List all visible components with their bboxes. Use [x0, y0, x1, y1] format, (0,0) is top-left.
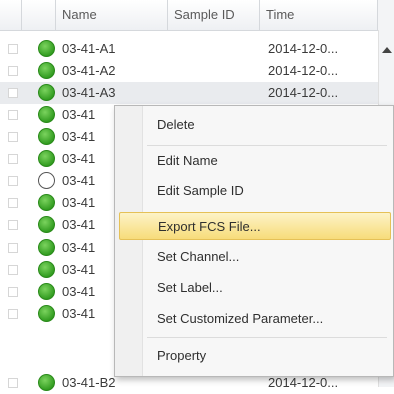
- cell-time: 2014-12-0...: [268, 85, 339, 100]
- menu-item-set-customized-parameter[interactable]: Set Customized Parameter...: [119, 305, 391, 333]
- row-checkbox[interactable]: [8, 220, 18, 230]
- status-dot-icon: [38, 62, 55, 79]
- cell-name: 03-41-A1: [62, 41, 116, 56]
- cell-name: 03-41: [62, 284, 96, 299]
- table-header: Name Sample ID Time: [0, 0, 394, 31]
- status-dot-icon: [38, 128, 55, 145]
- cell-time: 2014-12-0...: [268, 63, 339, 78]
- table-row[interactable]: 03-41-A1 2014-12-0...: [0, 38, 394, 60]
- row-checkbox[interactable]: [8, 176, 18, 186]
- status-dot-icon: [38, 106, 55, 123]
- cell-time: 2014-12-0...: [268, 41, 339, 56]
- status-empty-dot-icon: [38, 172, 55, 189]
- status-dot-icon: [38, 150, 55, 167]
- status-dot-icon: [38, 374, 55, 391]
- menu-item-property[interactable]: Property: [119, 342, 391, 370]
- row-checkbox[interactable]: [8, 243, 18, 253]
- cell-name: 03-41: [62, 107, 96, 122]
- row-checkbox[interactable]: [8, 66, 18, 76]
- cell-name: 03-41: [62, 262, 96, 277]
- cell-name: 03-41: [62, 217, 96, 232]
- menu-item-export-fcs-file[interactable]: Export FCS File...: [119, 212, 391, 240]
- status-dot-icon: [38, 261, 55, 278]
- menu-item-set-label[interactable]: Set Label...: [119, 274, 391, 302]
- context-menu: Delete Edit Name Edit Sample ID Export F…: [114, 105, 394, 377]
- row-checkbox[interactable]: [8, 88, 18, 98]
- row-checkbox[interactable]: [8, 44, 18, 54]
- menu-separator: [147, 337, 387, 338]
- table-row[interactable]: 03-41-A2 2014-12-0...: [0, 60, 394, 82]
- cell-name: 03-41-B2: [62, 375, 116, 390]
- cell-name: 03-41: [62, 151, 96, 166]
- row-checkbox[interactable]: [8, 287, 18, 297]
- scroll-up-arrow-icon[interactable]: [382, 47, 392, 53]
- column-header-time[interactable]: Time: [260, 0, 378, 30]
- cell-name: 03-41: [62, 129, 96, 144]
- status-dot-icon: [38, 283, 55, 300]
- cell-name: 03-41: [62, 195, 96, 210]
- header-status-column[interactable]: [22, 0, 56, 30]
- status-dot-icon: [38, 305, 55, 322]
- column-header-sample-id[interactable]: Sample ID: [168, 0, 260, 30]
- row-checkbox[interactable]: [8, 198, 18, 208]
- cell-name: 03-41-A2: [62, 63, 116, 78]
- status-dot-icon: [38, 194, 55, 211]
- header-scroll-corner: [378, 0, 394, 30]
- row-checkbox[interactable]: [8, 265, 18, 275]
- status-dot-icon: [38, 40, 55, 57]
- cell-name: 03-41: [62, 306, 96, 321]
- cell-name: 03-41-A3: [62, 85, 116, 100]
- row-checkbox[interactable]: [8, 154, 18, 164]
- menu-item-set-channel[interactable]: Set Channel...: [119, 243, 391, 271]
- column-header-name[interactable]: Name: [56, 0, 168, 30]
- header-checkbox-column[interactable]: [0, 0, 22, 30]
- menu-item-edit-name[interactable]: Edit Name: [119, 147, 391, 175]
- menu-separator: [147, 145, 387, 146]
- status-dot-icon: [38, 239, 55, 256]
- menu-item-edit-sample-id[interactable]: Edit Sample ID: [119, 177, 391, 205]
- cell-name: 03-41: [62, 173, 96, 188]
- table-row-selected[interactable]: 03-41-A3 2014-12-0...: [0, 82, 394, 104]
- status-dot-icon: [38, 216, 55, 233]
- cell-name: 03-41: [62, 240, 96, 255]
- row-checkbox[interactable]: [8, 110, 18, 120]
- status-dot-icon: [38, 84, 55, 101]
- row-checkbox[interactable]: [8, 309, 18, 319]
- menu-item-delete[interactable]: Delete: [119, 111, 391, 139]
- row-checkbox[interactable]: [8, 132, 18, 142]
